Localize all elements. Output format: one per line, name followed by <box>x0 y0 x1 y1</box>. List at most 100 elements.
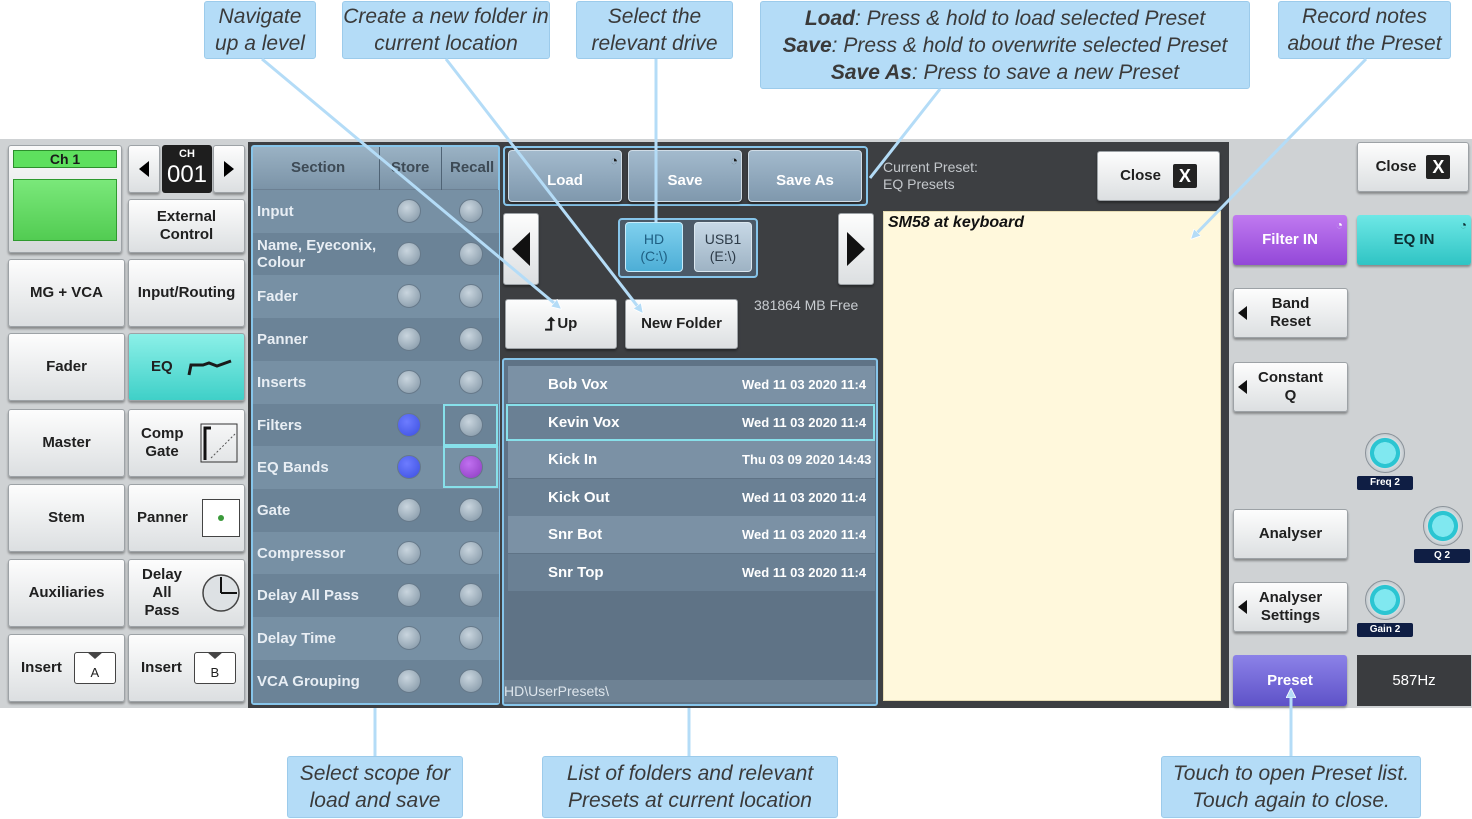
filter-in-button[interactable]: Filter IN ◔ <box>1233 215 1347 265</box>
drive-usb-label: USB1 <box>704 231 742 247</box>
gain-knob-label: Gain 2 <box>1357 623 1413 637</box>
channel-next-button[interactable] <box>213 145 245 193</box>
fader-button[interactable]: Fader <box>8 333 125 401</box>
insert-a-button[interactable]: Insert A <box>8 634 125 702</box>
recall-radio[interactable] <box>459 668 483 693</box>
close-button[interactable]: Close X <box>1357 142 1469 192</box>
callout-load-desc: : Press & hold to load selected Preset <box>854 6 1206 30</box>
load-label: Load <box>547 171 583 189</box>
callout-saveas-desc: : Press to save a new Preset <box>911 60 1180 84</box>
save-as-button[interactable]: Save As <box>748 150 862 202</box>
callout-load-save: Load: Press & hold to load selected Pres… <box>760 1 1250 89</box>
input-routing-button[interactable]: Input/Routing <box>128 259 245 327</box>
channel-strip-display[interactable]: Ch 1 <box>8 145 122 253</box>
drive-next-button[interactable] <box>838 213 874 285</box>
recall-radio[interactable] <box>459 369 483 394</box>
scope-row-label: Gate <box>257 501 291 519</box>
store-radio[interactable] <box>397 497 421 522</box>
drive-usb-button[interactable]: USB1 (E:\) <box>694 222 752 272</box>
analyser-button[interactable]: Analyser <box>1233 509 1348 559</box>
scope-row-label: Compressor <box>257 544 346 562</box>
freq-knob[interactable] <box>1365 433 1405 473</box>
stem-button[interactable]: Stem <box>8 484 125 552</box>
comp-gate-button[interactable]: Comp Gate <box>128 409 245 477</box>
callout-navigate-up: Navigate up a level <box>204 1 316 59</box>
recall-radio[interactable] <box>459 199 483 223</box>
preset-close-button[interactable]: Close X <box>1097 151 1220 201</box>
current-path: HD\UserPresets\ <box>504 680 876 702</box>
preset-button[interactable]: Preset <box>1233 655 1347 706</box>
chevron-left-icon <box>512 232 530 266</box>
drive-hd-button[interactable]: HD (C:\) <box>625 222 683 272</box>
band-reset-button[interactable]: Band Reset <box>1233 288 1348 338</box>
file-name: Kick In <box>548 451 598 469</box>
eq-button[interactable]: EQ <box>128 333 245 401</box>
drive-prev-button[interactable] <box>503 213 539 285</box>
external-control-label: External Control <box>156 208 217 243</box>
file-date: Thu 03 09 2020 14:43 <box>742 452 872 468</box>
up-button[interactable]: ⮥ Up <box>505 299 617 349</box>
scope-row: Fader <box>253 275 499 319</box>
scope-header-section: Section <box>291 159 346 176</box>
insert-b-label: Insert <box>141 659 182 676</box>
store-radio[interactable] <box>397 327 421 352</box>
channel-prev-button[interactable] <box>128 145 160 193</box>
auxiliaries-button[interactable]: Auxiliaries <box>8 559 125 627</box>
store-radio[interactable] <box>397 626 421 650</box>
analyser-settings-button[interactable]: Analyser Settings <box>1233 582 1348 632</box>
store-radio[interactable] <box>397 668 421 693</box>
new-folder-button[interactable]: New Folder <box>625 299 738 349</box>
file-row[interactable]: Kevin Vox Wed 11 03 2020 11:4 <box>506 403 875 441</box>
eq-in-button[interactable]: EQ IN ◔ <box>1357 215 1471 265</box>
delay-all-pass-button[interactable]: Delay All Pass <box>128 559 245 627</box>
insert-b-button[interactable]: Insert B <box>128 634 245 702</box>
store-radio[interactable] <box>397 369 421 394</box>
save-button[interactable]: Save ◔ <box>628 150 742 202</box>
constant-q-button[interactable]: Constant Q <box>1233 362 1348 412</box>
input-routing-label: Input/Routing <box>137 284 236 301</box>
drive-usb-path: (E:\) <box>709 248 737 264</box>
preset-notes-area[interactable]: SM58 at keyboard <box>883 211 1221 701</box>
q-knob[interactable] <box>1423 506 1463 546</box>
store-radio[interactable] <box>397 284 421 309</box>
panner-button[interactable]: Panner <box>128 484 245 552</box>
store-radio[interactable] <box>397 412 421 437</box>
master-button[interactable]: Master <box>8 409 125 477</box>
external-control-button[interactable]: External Control <box>128 199 245 253</box>
store-radio[interactable] <box>397 199 421 223</box>
recall-radio[interactable] <box>459 626 483 650</box>
callout-text: Touch to open Preset list. Touch again t… <box>1172 762 1410 812</box>
recall-radio[interactable] <box>459 327 483 352</box>
scope-row: EQ Bands <box>253 446 499 490</box>
store-radio[interactable] <box>397 583 421 608</box>
file-name: Snr Bot <box>548 526 603 544</box>
recall-radio[interactable] <box>459 583 483 608</box>
file-row[interactable]: Snr Bot Wed 11 03 2020 11:4 <box>508 516 875 554</box>
store-radio[interactable] <box>397 455 421 480</box>
mg-vca-button[interactable]: MG + VCA <box>8 259 125 327</box>
store-radio[interactable] <box>397 540 421 565</box>
scope-row: Inserts <box>253 360 499 404</box>
load-button[interactable]: Load ◔ <box>508 150 622 202</box>
scope-row: Delay All Pass <box>253 574 499 618</box>
scope-row: Input <box>253 190 499 233</box>
recall-radio[interactable] <box>459 284 483 309</box>
recall-highlight <box>443 403 498 446</box>
eq-label: EQ <box>151 358 173 375</box>
file-row[interactable]: Kick In Thu 03 09 2020 14:43 <box>508 441 875 479</box>
file-date: Wed 11 03 2020 11:4 <box>742 489 867 505</box>
recall-radio[interactable] <box>459 540 483 565</box>
store-radio[interactable] <box>397 241 421 266</box>
scope-header-recall: Recall <box>450 159 495 176</box>
file-row[interactable]: Bob Vox Wed 11 03 2020 11:4 <box>508 366 875 403</box>
recall-radio[interactable] <box>459 241 483 266</box>
master-label: Master <box>42 434 91 451</box>
recall-radio[interactable] <box>459 497 483 522</box>
file-row[interactable]: Kick Out Wed 11 03 2020 11:4 <box>508 478 875 516</box>
scope-header-store: Store <box>391 159 430 176</box>
scope-row-label: Name, Eyeconix, Colour <box>257 237 377 272</box>
gain-knob[interactable] <box>1365 580 1405 620</box>
preset-label: Preset <box>1267 671 1313 689</box>
file-row[interactable]: Snr Top Wed 11 03 2020 11:4 <box>508 554 875 591</box>
auxiliaries-label: Auxiliaries <box>28 584 105 601</box>
